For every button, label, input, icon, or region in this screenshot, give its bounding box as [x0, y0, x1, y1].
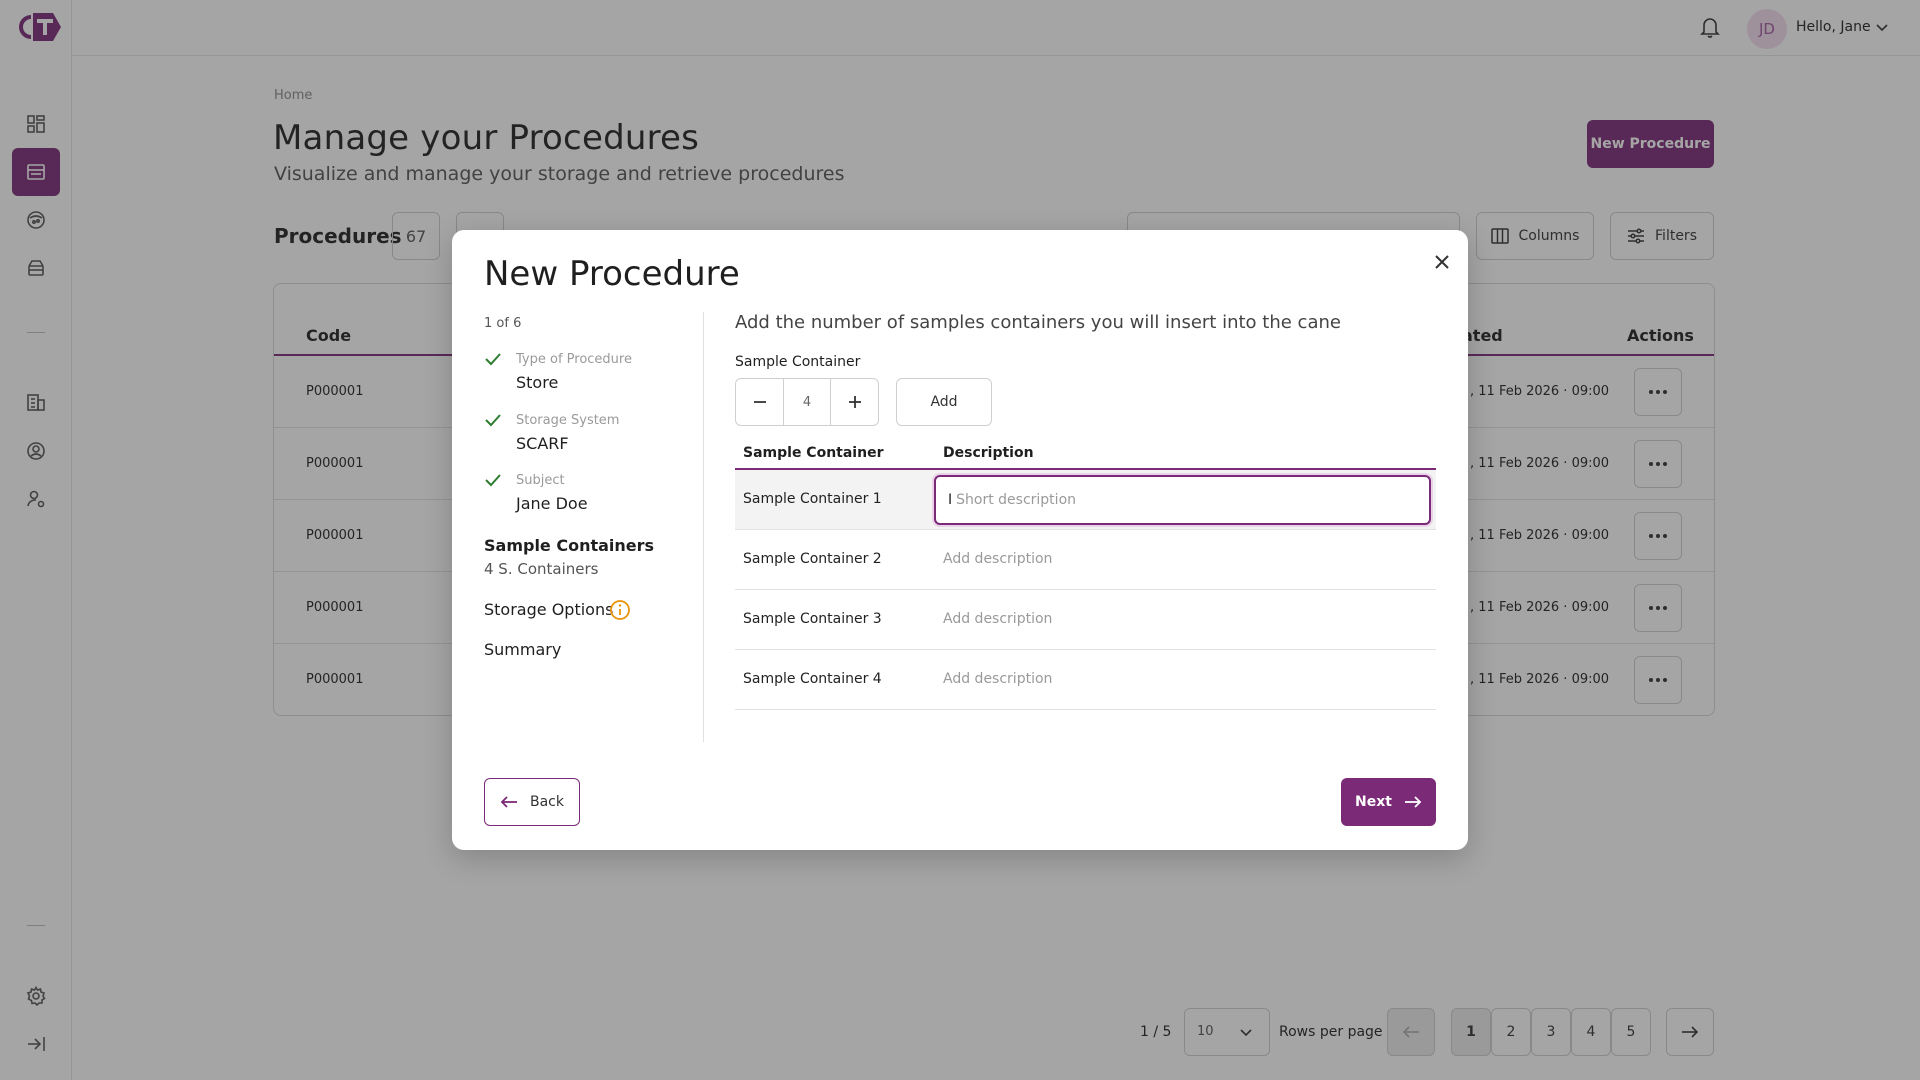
next-label: Next	[1355, 794, 1392, 810]
step-value: Store	[516, 373, 559, 392]
step-label: Type of Procedure	[516, 352, 632, 367]
description-placeholder: Short description	[956, 492, 1077, 508]
new-procedure-modal: New Procedure 1 of 6 Type of Procedure S…	[452, 230, 1468, 850]
table-row: Sample Container 2 Add description	[735, 530, 1436, 590]
step-label: Subject	[516, 473, 565, 488]
add-description-field[interactable]: Add description	[943, 611, 1052, 627]
sample-container-name: Sample Container 3	[743, 611, 882, 627]
next-button[interactable]: Next	[1341, 778, 1436, 826]
arrow-left-icon	[500, 796, 517, 808]
sample-container-label: Sample Container	[735, 354, 861, 370]
table-row: Sample Container 1 I Short description	[735, 470, 1436, 530]
stepper-divider	[703, 312, 704, 742]
description-input[interactable]: I Short description	[934, 475, 1431, 525]
add-button[interactable]: Add	[896, 378, 992, 426]
sample-container-name: Sample Container 4	[743, 671, 882, 687]
close-icon[interactable]	[1430, 250, 1454, 274]
step-summary[interactable]: Summary	[484, 640, 561, 659]
step-storage-options[interactable]: Storage Options	[484, 600, 613, 619]
back-label: Back	[530, 794, 564, 810]
sample-container-name: Sample Container 2	[743, 551, 882, 567]
step-value: SCARF	[516, 434, 569, 453]
sample-container-name: Sample Container 1	[743, 491, 882, 507]
step-sample-containers-sub: 4 S. Containers	[484, 560, 599, 578]
quantity-value[interactable]: 4	[783, 379, 831, 425]
instruction-text: Add the number of samples containers you…	[735, 312, 1341, 333]
table-row: Sample Container 4 Add description	[735, 650, 1436, 710]
arrow-right-icon	[1404, 796, 1422, 808]
modal-title: New Procedure	[484, 254, 740, 294]
step-counter: 1 of 6	[484, 316, 522, 331]
check-icon	[485, 414, 501, 427]
text-cursor: I	[948, 492, 953, 508]
check-icon	[485, 353, 501, 366]
info-warning-icon[interactable]	[609, 599, 631, 625]
table-row: Sample Container 3 Add description	[735, 590, 1436, 650]
step-sample-containers[interactable]: Sample Containers	[484, 536, 654, 555]
step-label: Storage System	[516, 413, 620, 428]
plus-icon	[848, 396, 861, 408]
add-description-field[interactable]: Add description	[943, 671, 1052, 687]
check-icon	[485, 474, 501, 487]
back-button[interactable]: Back	[484, 778, 580, 826]
column-header-description: Description	[943, 445, 1034, 461]
step-value: Jane Doe	[516, 494, 588, 513]
minus-icon	[753, 401, 766, 403]
quantity-stepper: 4	[735, 378, 879, 426]
add-description-field[interactable]: Add description	[943, 551, 1052, 567]
column-header-sample-container: Sample Container	[743, 445, 884, 461]
decrement-button[interactable]	[736, 379, 783, 425]
increment-button[interactable]	[831, 379, 878, 425]
